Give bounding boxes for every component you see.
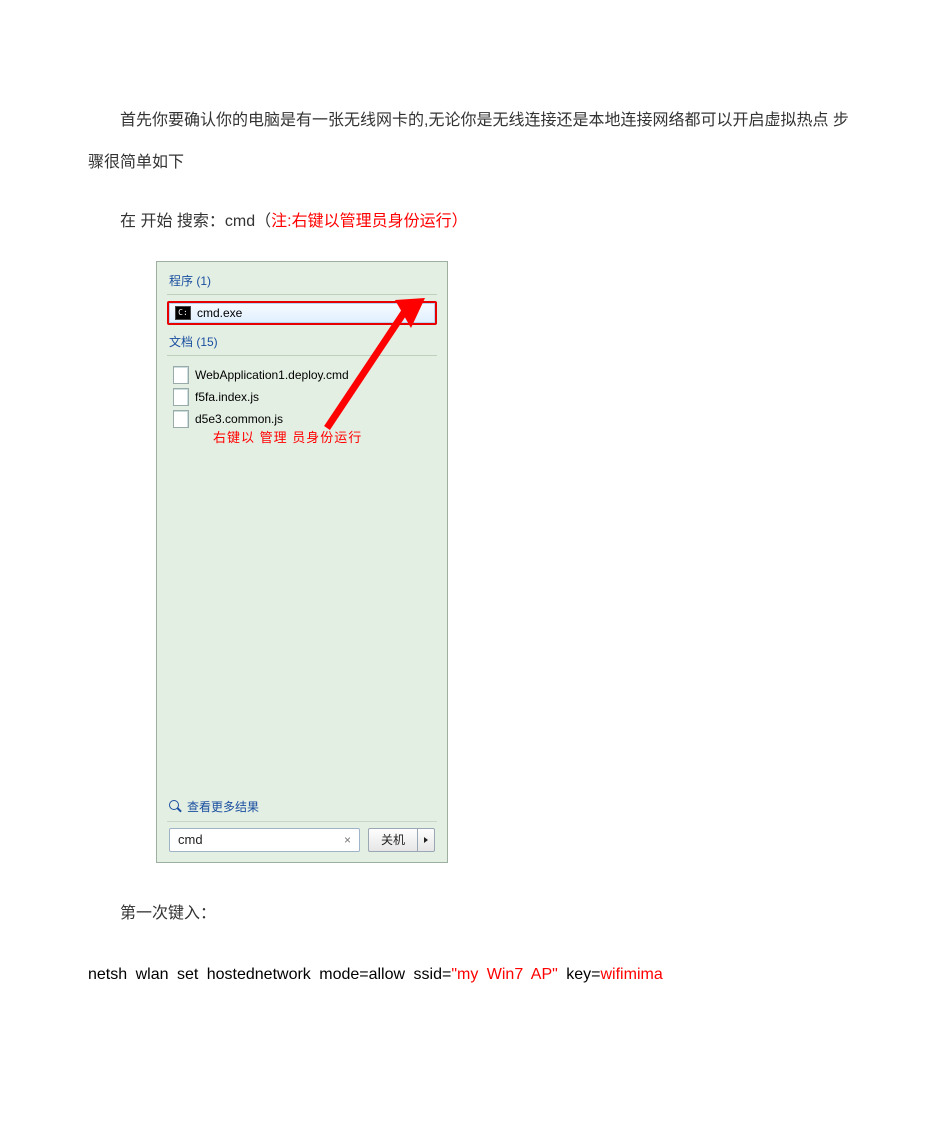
p2-suffix: ） bbox=[452, 213, 468, 230]
doc-label: f5fa.index.js bbox=[195, 390, 259, 404]
list-item[interactable]: f5fa.index.js bbox=[173, 386, 437, 408]
divider bbox=[167, 355, 437, 356]
file-icon bbox=[173, 388, 189, 406]
p2-note-label: 注 bbox=[271, 213, 287, 230]
divider bbox=[167, 294, 437, 295]
cmd-text-b: key= bbox=[558, 966, 601, 983]
intro-paragraph-2: 在 开始 搜索：cmd（注:右键以管理员身份运行） bbox=[88, 201, 857, 243]
see-more-results[interactable]: 查看更多结果 bbox=[167, 792, 437, 821]
startmenu-screenshot: 程序 (1) C: cmd.exe 文档 (15) WebApplication… bbox=[156, 261, 448, 863]
search-icon bbox=[169, 800, 181, 812]
cmd-text-a: netsh wlan set hostednetwork mode=allow … bbox=[88, 966, 451, 983]
more-results-label: 查看更多结果 bbox=[187, 798, 259, 815]
shutdown-button[interactable]: 关机 bbox=[368, 828, 417, 852]
p2-prefix: 在 开始 搜索：cmd（ bbox=[120, 213, 271, 230]
cmd-key: wifimima bbox=[601, 966, 663, 983]
intro-paragraph-1: 首先你要确认你的电脑是有一张无线网卡的,无论你是无线连接还是本地连接网络都可以开… bbox=[88, 100, 857, 183]
annotation-text: 右键以 管理 员身份运行 bbox=[213, 427, 362, 446]
cmd-ssid: "my Win7 AP" bbox=[451, 966, 558, 983]
search-input[interactable]: cmd × bbox=[169, 828, 360, 852]
doc-label: WebApplication1.deploy.cmd bbox=[195, 368, 349, 382]
clear-icon[interactable]: × bbox=[340, 833, 355, 847]
programs-label: 程序 (1) bbox=[169, 272, 437, 289]
cmd-icon: C: bbox=[175, 306, 191, 320]
command-line: netsh wlan set hostednetwork mode=allow … bbox=[88, 954, 857, 996]
list-item[interactable]: WebApplication1.deploy.cmd bbox=[173, 364, 437, 386]
doc-label: d5e3.common.js bbox=[195, 412, 283, 426]
docs-label: 文档 (15) bbox=[169, 333, 437, 350]
program-item-label: cmd.exe bbox=[197, 306, 242, 320]
shutdown-button-group: 关机 bbox=[368, 828, 435, 852]
p2-note-text: :右键以管理员身份运行 bbox=[287, 213, 451, 230]
file-icon bbox=[173, 410, 189, 428]
shutdown-menu-button[interactable] bbox=[417, 828, 435, 852]
search-value: cmd bbox=[178, 832, 203, 847]
docs-list: WebApplication1.deploy.cmd f5fa.index.js… bbox=[173, 364, 437, 430]
program-item-cmd[interactable]: C: cmd.exe bbox=[167, 301, 437, 325]
paragraph-first-type: 第一次键入： bbox=[88, 893, 857, 935]
chevron-right-icon bbox=[424, 837, 428, 843]
file-icon bbox=[173, 366, 189, 384]
